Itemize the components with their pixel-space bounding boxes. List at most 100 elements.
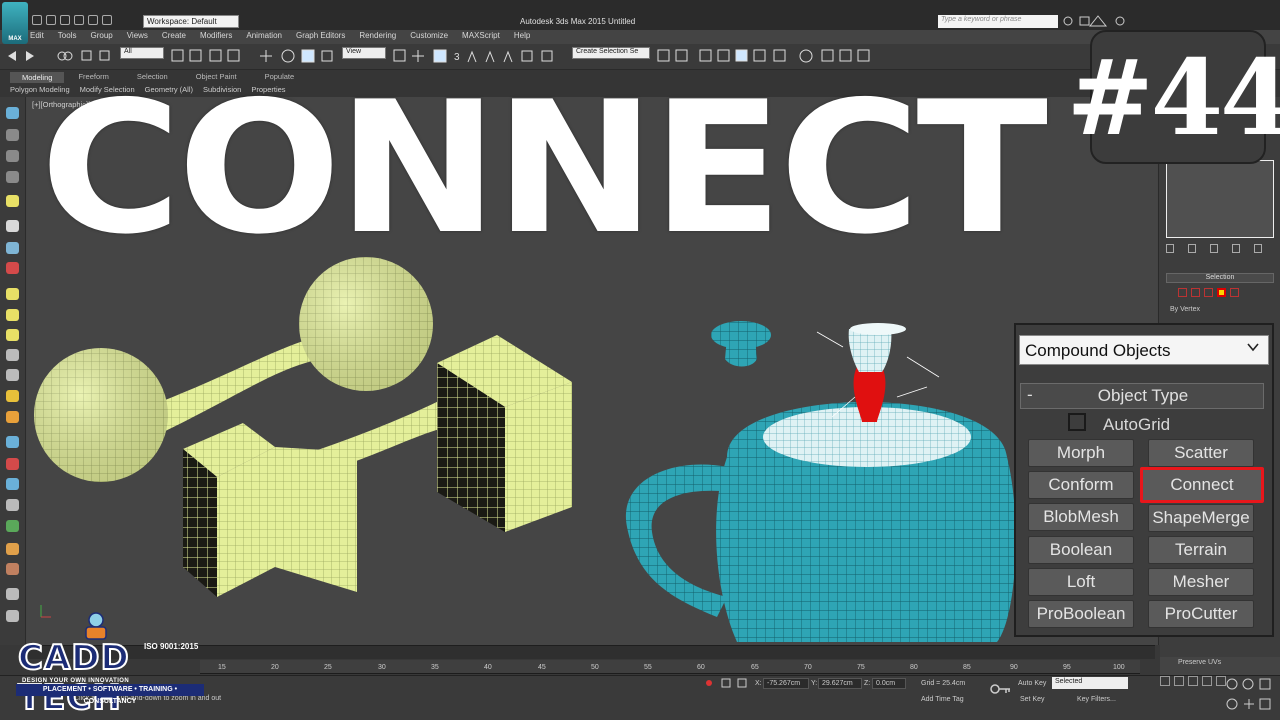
menu-modifiers[interactable]: Modifiers [200,31,232,43]
viewport-nav-icons[interactable] [1224,676,1276,716]
torus-primitive-icon[interactable] [6,349,19,361]
next-frame-icon[interactable] [1202,676,1212,686]
auto-key-button[interactable]: Auto Key [1018,680,1046,687]
remove-modifier-icon[interactable] [1232,244,1240,253]
light-icon[interactable] [6,390,19,402]
sphere-primitive-icon[interactable] [6,309,19,321]
named-selection-dropdown[interactable]: Create Selection Se [572,47,650,59]
object-type-rollout-header[interactable]: - Object Type [1020,383,1264,409]
object-category-dropdown[interactable]: Compound Objects [1019,335,1269,365]
y-coord-field[interactable]: 29.627cm [818,678,862,689]
shapemerge-button[interactable]: ShapeMerge [1148,504,1254,532]
box-primitive-icon[interactable] [6,288,19,300]
chevron-down-icon [1247,343,1259,352]
track-bar[interactable] [200,660,1140,674]
hierarchy-icon[interactable] [6,150,19,162]
mesher-button[interactable]: Mesher [1148,568,1254,596]
menu-create[interactable]: Create [162,31,186,43]
element-icon[interactable] [1230,288,1239,297]
blobmesh-button[interactable]: BlobMesh [1028,503,1134,531]
menu-group[interactable]: Group [90,31,112,43]
shape-icon[interactable] [6,499,19,511]
menu-edit[interactable]: Edit [30,31,44,43]
create-icon[interactable] [6,107,19,119]
z-coord-field[interactable]: 0.0cm [872,678,906,689]
save-file-icon[interactable] [60,15,70,25]
open-file-icon[interactable] [46,15,56,25]
modify-icon[interactable] [6,129,19,141]
cone-primitive-icon[interactable] [6,369,19,381]
key-selection-dropdown[interactable]: Selected [1052,677,1128,689]
by-vertex-checkbox-label[interactable]: By Vertex [1170,306,1200,313]
configure-sets-icon[interactable] [1254,244,1262,253]
polygon-icon[interactable] [1217,288,1226,297]
previous-frame-icon[interactable] [1174,676,1184,686]
menu-maxscript[interactable]: MAXScript [462,31,500,43]
status-lock-icons[interactable] [704,677,750,689]
teapot-mesh[interactable] [625,323,1016,642]
connect-button[interactable]: Connect [1140,467,1264,503]
add-time-tag-button[interactable]: Add Time Tag [921,696,964,703]
tick-label: 15 [218,664,226,671]
infocenter-icons[interactable] [1062,14,1132,28]
border-icon[interactable] [1204,288,1213,297]
material-icon[interactable] [6,563,19,575]
scatter-button[interactable]: Scatter [1148,439,1254,467]
set-key-button[interactable]: Set Key [1020,696,1045,703]
show-end-result-icon[interactable] [1188,244,1196,253]
display-icon[interactable] [6,195,19,207]
menu-help[interactable]: Help [514,31,530,43]
utilities-icon[interactable] [6,220,19,232]
pin-stack-icon[interactable] [1166,244,1174,253]
cylinder-primitive-icon[interactable] [6,329,19,341]
motion-icon[interactable] [6,171,19,183]
morph-button[interactable]: Morph [1028,439,1134,467]
undo-icon[interactable] [74,15,84,25]
layer-icon[interactable] [6,262,19,274]
x-coord-field[interactable]: -75.267cm [763,678,809,689]
selection-rollout-header[interactable]: Selection [1166,273,1274,283]
camera-icon[interactable] [6,411,19,423]
menu-rendering[interactable]: Rendering [359,31,396,43]
system-icon[interactable] [6,478,19,490]
foliage-icon[interactable] [6,520,19,532]
autogrid-checkbox[interactable] [1068,413,1086,431]
make-unique-icon[interactable] [1210,244,1218,253]
spacewarp-icon[interactable] [6,458,19,470]
selection-filter-dropdown[interactable]: All [120,47,164,59]
workspace-dropdown[interactable]: Workspace: Default [143,15,239,28]
conform-button[interactable]: Conform [1028,471,1134,499]
preserve-uvs-checkbox[interactable]: Preserve UVs [1178,659,1221,666]
boolean-button[interactable]: Boolean [1028,536,1134,564]
menu-tools[interactable]: Tools [58,31,77,43]
proboolean-button[interactable]: ProBoolean [1028,600,1134,628]
key-icon[interactable] [990,682,1012,696]
sphere-icon[interactable] [6,588,19,600]
vertex-icon[interactable] [1178,288,1187,297]
go-to-start-icon[interactable] [1160,676,1170,686]
terrain-button[interactable]: Terrain [1148,536,1254,564]
redo-icon[interactable] [88,15,98,25]
episode-badge: #44 [1067,30,1280,164]
menu-views[interactable]: Views [127,31,148,43]
reference-coordinate-dropdown[interactable]: View [342,47,386,59]
render-icon[interactable] [6,543,19,555]
key-filters-button[interactable]: Key Filters... [1077,696,1116,703]
play-icon[interactable] [1188,676,1198,686]
menu-customize[interactable]: Customize [410,31,448,43]
menu-graph-editors[interactable]: Graph Editors [296,31,345,43]
teapot-lid-knob-mesh[interactable] [711,321,771,367]
video-title-overlay: CONNECT [40,62,1048,274]
loft-button[interactable]: Loft [1028,568,1134,596]
tick-label: 45 [538,664,546,671]
scene-explorer-icon[interactable] [6,242,19,254]
menu-animation[interactable]: Animation [246,31,282,43]
app-logo-icon[interactable]: MAX [2,2,28,44]
procutter-button[interactable]: ProCutter [1148,600,1254,628]
project-folder-icon[interactable] [102,15,112,25]
search-input[interactable]: Type a keyword or phrase [938,15,1058,28]
new-file-icon[interactable] [32,15,42,25]
edge-icon[interactable] [1191,288,1200,297]
helper-icon[interactable] [6,436,19,448]
modifier-stack-view[interactable] [1166,160,1274,238]
